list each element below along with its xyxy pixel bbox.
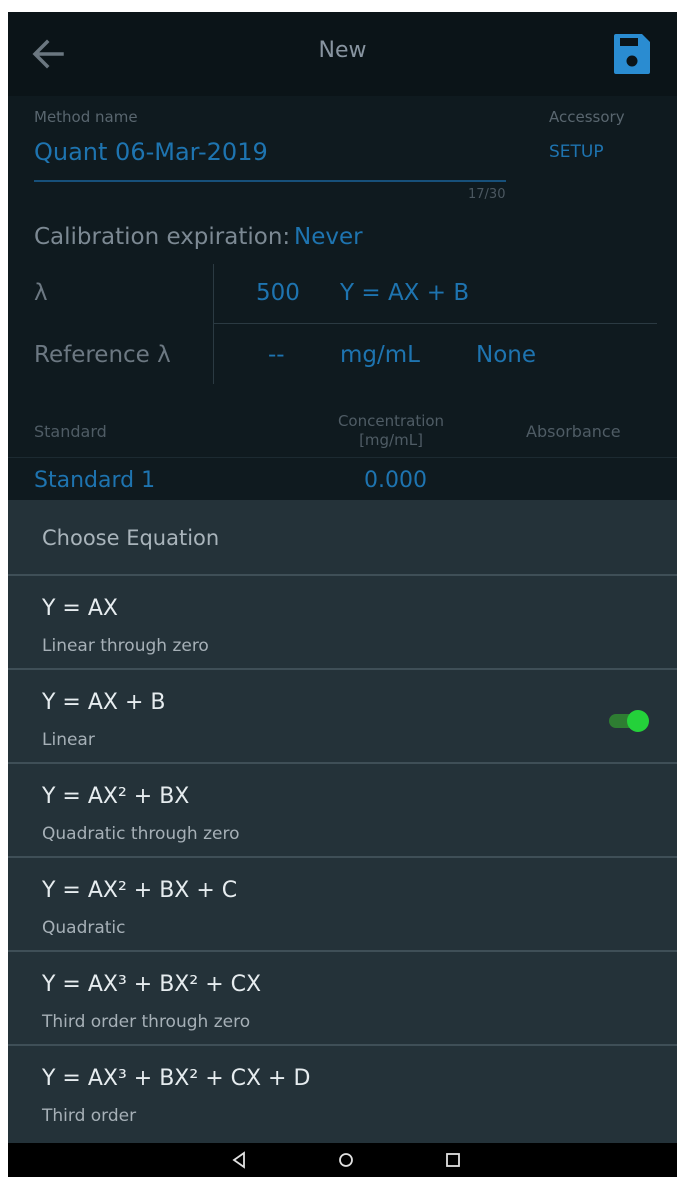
accessory-label: Accessory bbox=[549, 108, 625, 126]
equation-option-quadratic-through-zero[interactable]: Y = AX² + BX Quadratic through zero bbox=[8, 764, 677, 858]
equation-option-linear[interactable]: Y = AX + B Linear bbox=[8, 670, 677, 764]
reference-option-selector[interactable]: None bbox=[476, 342, 536, 368]
method-name-input[interactable]: Quant 06-Mar-2019 bbox=[34, 138, 268, 166]
page-title: New bbox=[318, 38, 367, 63]
equation-formula: Y = AX³ + BX² + CX bbox=[42, 972, 262, 997]
sheet-title: Choose Equation bbox=[42, 526, 220, 550]
lambda-label: λ bbox=[34, 280, 48, 306]
table-row-concentration[interactable]: 0.000 bbox=[364, 468, 427, 493]
home-circle-icon[interactable] bbox=[335, 1149, 357, 1171]
selected-toggle[interactable] bbox=[609, 710, 649, 732]
row-divider bbox=[213, 323, 657, 324]
equation-formula: Y = AX + B bbox=[42, 690, 166, 715]
system-nav-bar bbox=[8, 1143, 677, 1177]
equation-formula: Y = AX³ + BX² + CX + D bbox=[42, 1066, 311, 1091]
equation-selector[interactable]: Y = AX + B bbox=[340, 280, 469, 306]
equation-formula: Y = AX bbox=[42, 596, 118, 621]
calibration-expiration-value[interactable]: Never bbox=[294, 224, 363, 250]
standard-column-header: Standard bbox=[34, 422, 107, 441]
app-screen: New Method name Quant 06-Mar-2019 17/30 … bbox=[8, 12, 677, 1177]
concentration-header-line2: [mg/mL] bbox=[359, 431, 423, 449]
equation-description: Quadratic bbox=[42, 918, 126, 938]
unit-selector[interactable]: mg/mL bbox=[340, 342, 420, 368]
equation-option-linear-through-zero[interactable]: Y = AX Linear through zero bbox=[8, 576, 677, 670]
absorbance-column-header: Absorbance bbox=[526, 422, 621, 441]
back-triangle-icon[interactable] bbox=[228, 1149, 250, 1171]
equation-description: Quadratic through zero bbox=[42, 824, 240, 844]
equation-description: Linear through zero bbox=[42, 636, 209, 656]
equation-option-quadratic[interactable]: Y = AX² + BX + C Quadratic bbox=[8, 858, 677, 952]
equation-formula: Y = AX² + BX + C bbox=[42, 878, 238, 903]
concentration-header-line1: Concentration bbox=[337, 412, 445, 430]
choose-equation-sheet: Choose Equation Y = AX Linear through ze… bbox=[8, 500, 677, 1143]
equation-formula: Y = AX² + BX bbox=[42, 784, 190, 809]
lambda-value[interactable]: 500 bbox=[256, 280, 300, 306]
equation-option-third-order-through-zero[interactable]: Y = AX³ + BX² + CX Third order through z… bbox=[8, 952, 677, 1046]
calibration-expiration-label: Calibration expiration: bbox=[34, 224, 291, 250]
table-header-divider bbox=[8, 457, 677, 458]
char-counter: 17/30 bbox=[468, 187, 506, 202]
top-app-bar: New bbox=[8, 12, 677, 96]
equation-description: Third order bbox=[42, 1106, 137, 1126]
reference-lambda-value[interactable]: -- bbox=[268, 342, 285, 368]
equation-option-third-order[interactable]: Y = AX³ + BX² + CX + D Third order bbox=[8, 1046, 677, 1140]
accessory-setup-button[interactable]: SETUP bbox=[549, 142, 604, 162]
recents-square-icon[interactable] bbox=[442, 1149, 464, 1171]
column-divider bbox=[213, 264, 214, 384]
equation-description: Linear bbox=[42, 730, 95, 750]
reference-lambda-label: Reference λ bbox=[34, 342, 171, 368]
concentration-column-header: Concentration [mg/mL] bbox=[326, 412, 456, 450]
table-row-name[interactable]: Standard 1 bbox=[34, 468, 155, 493]
method-name-label: Method name bbox=[34, 108, 138, 126]
equation-description: Third order through zero bbox=[42, 1012, 251, 1032]
floppy-save-icon[interactable] bbox=[612, 32, 652, 76]
toggle-thumb bbox=[627, 710, 649, 732]
method-name-underline bbox=[34, 180, 506, 182]
